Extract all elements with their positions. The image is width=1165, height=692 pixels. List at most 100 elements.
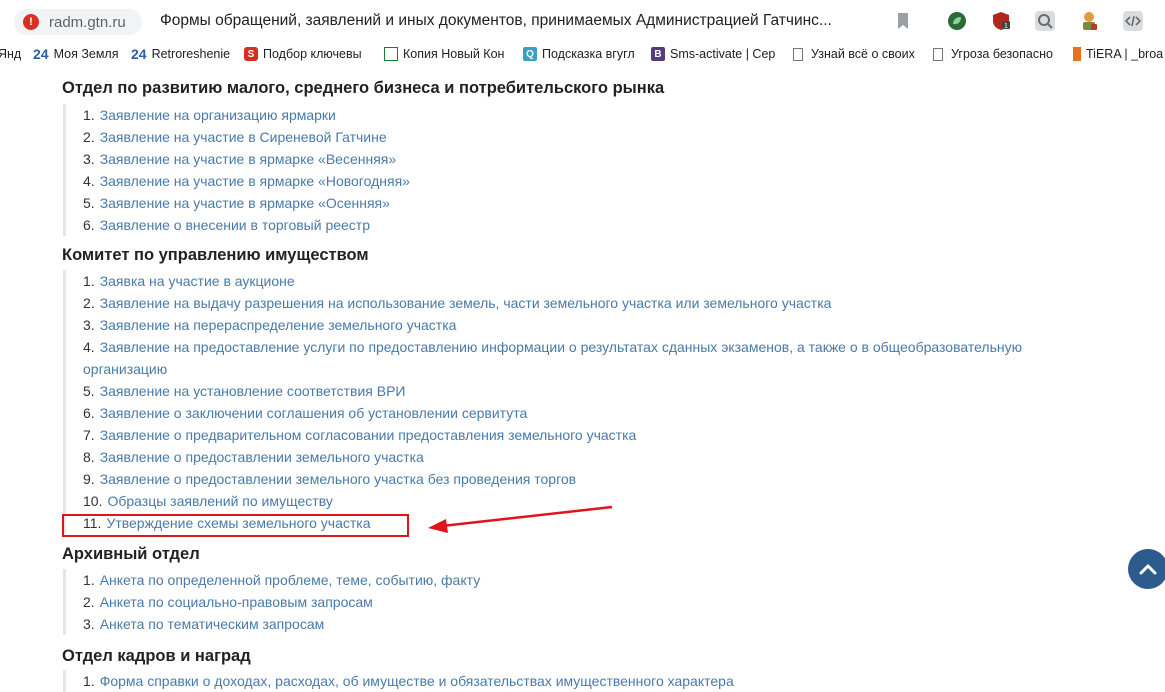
item-number: 4. (83, 173, 95, 189)
document-link[interactable]: Заявление о предоставлении земельного уч… (100, 449, 424, 465)
list-item[interactable]: 2. Анкета по социально-правовым запросам (66, 591, 480, 613)
document-link[interactable]: Заявление о заключении соглашения об уст… (100, 405, 528, 421)
page-icon (933, 47, 943, 61)
section-title: Архивный отдел (62, 545, 200, 563)
document-link[interactable]: Анкета по социально-правовым запросам (100, 594, 373, 610)
document-link[interactable]: Форма справки о доходах, расходах, об им… (100, 673, 734, 689)
list-item[interactable]: 3. Заявление на перераспределение земельн… (66, 314, 1043, 336)
item-number: 2. (83, 129, 95, 145)
item-number: 10. (83, 493, 103, 509)
section-title: Отдел по развитию малого, среднего бизне… (62, 79, 665, 97)
document-link[interactable]: Заявление на организацию ярмарки (100, 107, 336, 123)
bookmark-item[interactable]: Q Подсказка вгугл (523, 45, 635, 63)
list-item[interactable]: 4. Заявление на предоставление услуги по … (66, 336, 1043, 380)
document-link[interactable]: Образцы заявлений по имуществу (107, 493, 332, 509)
tiera-icon (1073, 47, 1081, 61)
list-item[interactable]: 5. Заявление на участие в ярмарке «Осення… (66, 192, 410, 214)
bookmark-item[interactable]: Угроза безопасно (933, 45, 1053, 63)
shield-extension-icon[interactable]: 1 (990, 10, 1012, 32)
list-item[interactable]: 5. Заявление на установление соответствия… (66, 380, 1043, 402)
bookmark-item[interactable]: Копия Новый Кон (384, 45, 504, 63)
item-number: 7. (83, 427, 95, 443)
item-number: 2. (83, 295, 95, 311)
bookmark-item[interactable]: Янд (0, 45, 21, 63)
bookmark-label: Янд (0, 47, 22, 61)
list-item[interactable]: 9. Заявление о предоставлении земельного … (66, 468, 1043, 490)
document-link[interactable]: Заявление на выдачу разрешения на исполь… (100, 295, 832, 311)
24-icon: 24 (131, 46, 147, 62)
document-list: 1. Заявление на организацию ярмарки 2. Зая… (63, 104, 410, 236)
list-item[interactable]: 2. Заявление на выдачу разрешения на испо… (66, 292, 1043, 314)
document-link[interactable]: Анкета по тематическим запросам (100, 616, 325, 632)
bookmark-item[interactable]: Узнай всё о своих (793, 45, 915, 63)
warning-icon: ! (23, 14, 39, 30)
document-link[interactable]: Заявление на установление соответствия В… (100, 383, 406, 399)
item-number: 3. (83, 151, 95, 167)
document-link[interactable]: Заявка на участие в аукционе (100, 273, 295, 289)
24-icon: 24 (33, 46, 49, 62)
item-number: 2. (83, 594, 95, 610)
item-number: 3. (83, 616, 95, 632)
document-link[interactable]: Заявление о предоставлении земельного уч… (100, 471, 576, 487)
list-item[interactable]: 3. Анкета по тематическим запросам (66, 613, 480, 635)
scroll-to-top-button[interactable] (1128, 549, 1165, 589)
search-icon: Q (523, 47, 537, 61)
list-item[interactable]: 2. Заявление на участие в Сиреневой Гатчи… (66, 126, 410, 148)
highlight-box-annotation (62, 514, 409, 537)
list-item[interactable]: 1. Заявление на организацию ярмарки (66, 104, 410, 126)
document-link[interactable]: Заявление на участие в Сиреневой Гатчине (100, 129, 387, 145)
item-number: 1. (83, 273, 95, 289)
bookmark-label: Подсказка вгугл (542, 47, 635, 61)
svg-text:1: 1 (1004, 23, 1008, 30)
list-item[interactable]: 3. Заявление на участие в ярмарке «Весенн… (66, 148, 410, 170)
bookmark-item[interactable]: 24 Retroreshenie (131, 45, 230, 63)
bookmark-item[interactable]: B Sms-activate | Сер (651, 45, 775, 63)
s-icon: S (244, 47, 258, 61)
document-list: 1. Анкета по определенной проблеме, теме,… (63, 569, 480, 635)
page-title: Формы обращений, заявлений и иных докуме… (160, 12, 832, 29)
document-link[interactable]: Заявление о внесении в торговый реестр (100, 217, 370, 233)
document-link[interactable]: Заявление на перераспределение земельног… (100, 317, 457, 333)
bookmark-label: Sms-activate | Сер (670, 47, 776, 61)
section-title: Комитет по управлению имуществом (62, 246, 369, 264)
bookmark-item[interactable]: S Подбор ключевы (244, 45, 362, 63)
character-extension-icon[interactable] (1078, 10, 1100, 32)
item-number: 5. (83, 383, 95, 399)
bookmark-label: Узнай всё о своих (811, 47, 915, 61)
document-link[interactable]: Заявление на предоставление услуги по пр… (83, 339, 1022, 377)
site-info-chip[interactable]: ! radm.gtn.ru (14, 9, 142, 35)
document-link[interactable]: Заявление о предварительном согласовании… (100, 427, 637, 443)
zoom-extension-icon[interactable] (1034, 10, 1056, 32)
bookmark-icon[interactable] (895, 11, 911, 31)
chevron-up-icon (1139, 564, 1157, 575)
site-host: radm.gtn.ru (49, 13, 126, 31)
bookmark-label: Моя Земля (53, 47, 119, 61)
list-item[interactable]: 8. Заявление о предоставлении земельного … (66, 446, 1043, 468)
list-item[interactable]: 6. Заявление о внесении в торговый реестр (66, 214, 410, 236)
list-item[interactable]: 1. Форма справки о доходах, расходах, об … (66, 670, 734, 692)
b-icon: B (651, 47, 665, 61)
document-link[interactable]: Анкета по определенной проблеме, теме, с… (100, 572, 481, 588)
code-extension-icon[interactable] (1122, 10, 1144, 32)
bookmark-item[interactable]: 24 Моя Земля (33, 45, 118, 63)
bookmark-label: TiERA | _broa (1086, 47, 1164, 61)
bookmark-item[interactable]: TiERA | _broa (1073, 45, 1163, 63)
document-link[interactable]: Заявление на участие в ярмарке «Новогодн… (100, 173, 410, 189)
item-number: 6. (83, 405, 95, 421)
list-item[interactable]: 7. Заявление о предварительном согласован… (66, 424, 1043, 446)
document-link[interactable]: Заявление на участие в ярмарке «Весенняя… (100, 151, 396, 167)
bookmark-label: Копия Новый Кон (403, 47, 505, 61)
page-icon (793, 47, 803, 61)
item-number: 1. (83, 572, 95, 588)
item-number: 9. (83, 471, 95, 487)
list-item[interactable]: 4. Заявление на участие в ярмарке «Нового… (66, 170, 410, 192)
document-list: 1. Форма справки о доходах, расходах, об … (63, 670, 734, 692)
list-item[interactable]: 1. Анкета по определенной проблеме, теме,… (66, 569, 480, 591)
bookmarks-bar: Янд 24 Моя Земля 24 Retroreshenie S Подб… (0, 44, 1165, 65)
document-link[interactable]: Заявление на участие в ярмарке «Осенняя» (100, 195, 390, 211)
leaf-extension-icon[interactable] (946, 10, 968, 32)
list-item[interactable]: 1. Заявка на участие в аукционе (66, 270, 1043, 292)
item-number: 1. (83, 673, 95, 689)
arrow-annotation-icon (428, 505, 613, 533)
list-item[interactable]: 6. Заявление о заключении соглашения об у… (66, 402, 1043, 424)
